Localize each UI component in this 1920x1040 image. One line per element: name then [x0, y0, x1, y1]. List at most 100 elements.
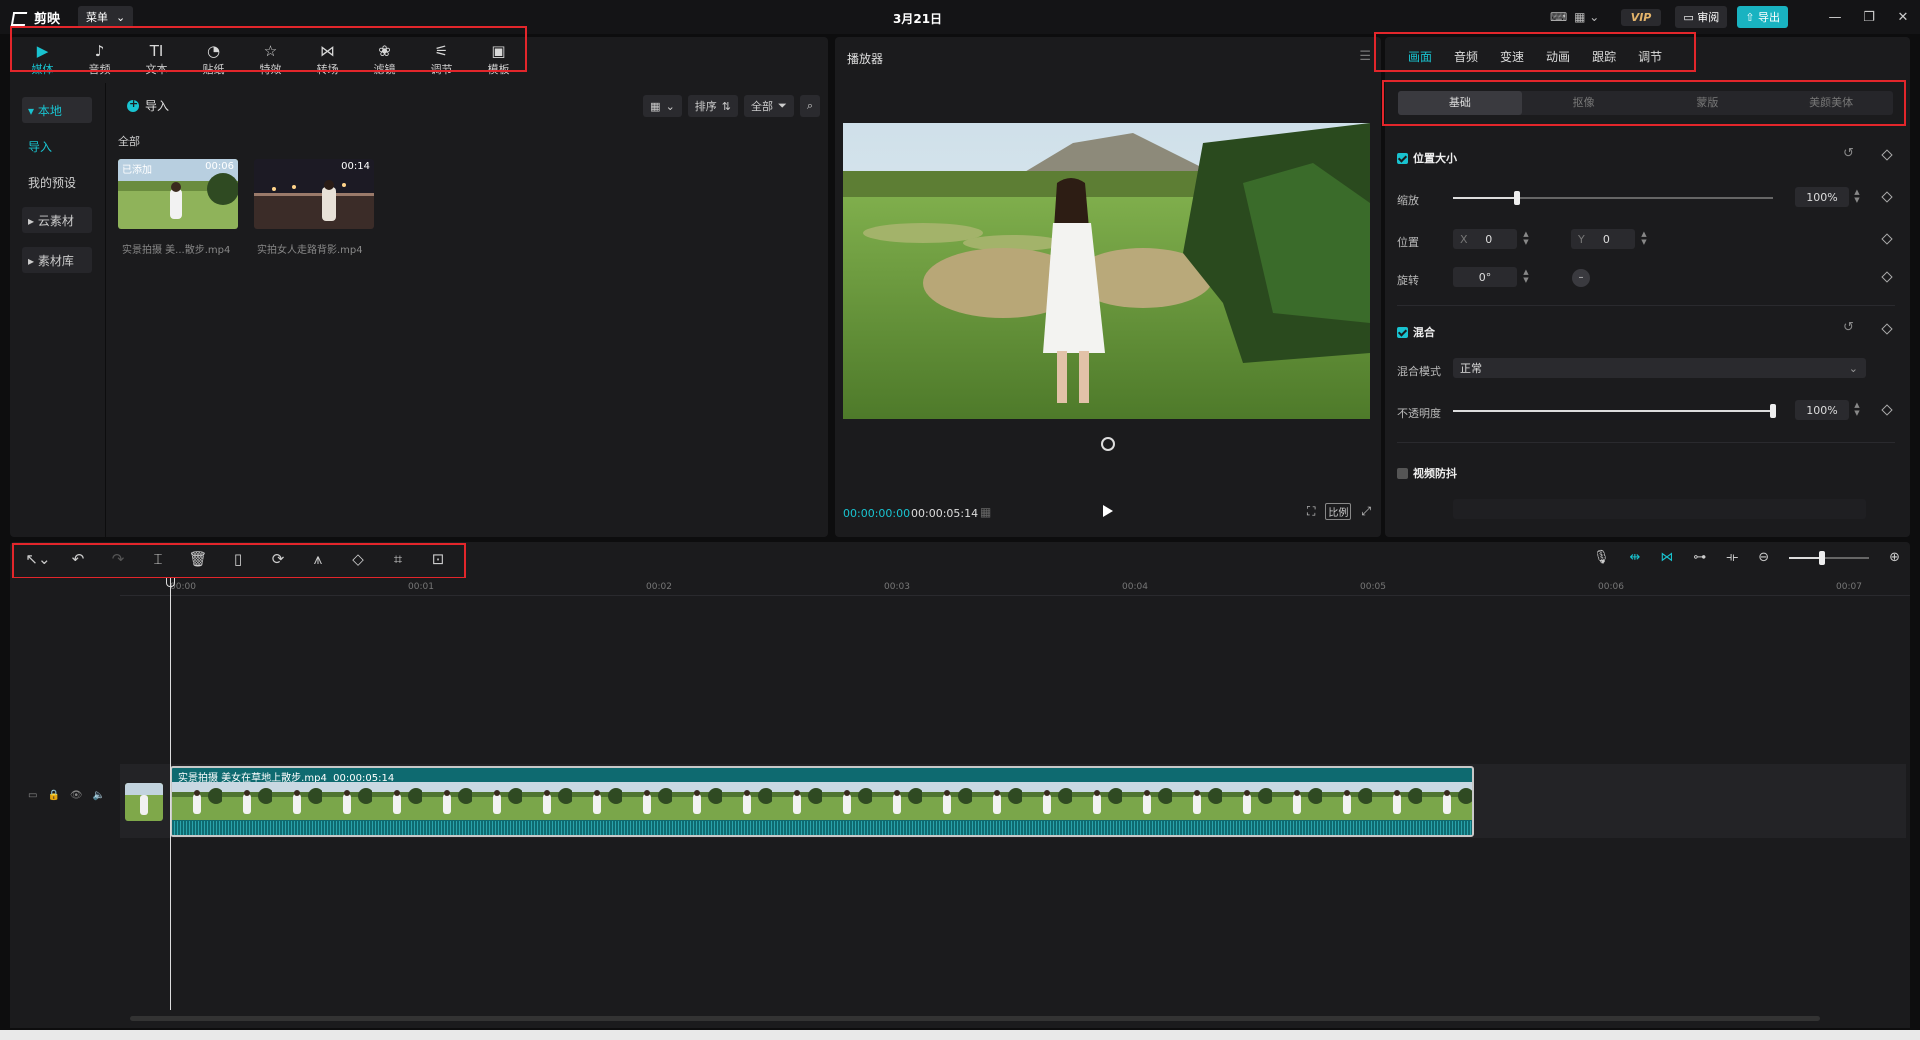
- horizontal-scrollbar[interactable]: [130, 1016, 1820, 1021]
- import-button[interactable]: 导入: [127, 97, 169, 114]
- reverse-icon[interactable]: ⟳: [258, 550, 298, 568]
- slider-handle[interactable]: [1819, 550, 1826, 565]
- mirror-icon[interactable]: ⩚: [298, 550, 338, 568]
- minimize-icon[interactable]: —: [1818, 10, 1852, 25]
- keyframe-icon[interactable]: [1881, 191, 1893, 203]
- checkbox-checked-icon[interactable]: [1397, 152, 1408, 164]
- reset-icon[interactable]: ↺: [1843, 146, 1854, 161]
- position-y-input[interactable]: Y 0: [1571, 229, 1635, 249]
- sort-button[interactable]: 排序 ⇅: [687, 95, 739, 117]
- stabilize-section[interactable]: 视频防抖: [1397, 465, 1457, 481]
- nav-my-presets[interactable]: 我的预设: [22, 169, 92, 195]
- timeline-zoom-slider[interactable]: [1789, 550, 1870, 565]
- tool-sticker[interactable]: ◔ 贴纸: [185, 43, 242, 77]
- stepper-icon[interactable]: ▲ ▼: [1852, 188, 1862, 204]
- stepper-icon[interactable]: ▲ ▼: [1521, 230, 1531, 246]
- filter-button[interactable]: 全部 ⏷: [744, 95, 794, 117]
- timecode-grid-icon[interactable]: ▦: [980, 505, 991, 519]
- checkbox-checked-icon[interactable]: [1397, 326, 1408, 338]
- keyframe-icon[interactable]: [1881, 149, 1893, 161]
- split-icon[interactable]: ⌶: [138, 550, 178, 568]
- keyframe-icon[interactable]: [1881, 323, 1893, 335]
- media-item[interactable]: 已添加 00:06: [118, 159, 238, 229]
- speaker-icon[interactable]: 🔈: [93, 790, 105, 801]
- position-size-section[interactable]: 位置大小: [1397, 150, 1457, 166]
- tool-audio[interactable]: ♪ 音频: [71, 43, 128, 77]
- tab-properties[interactable]: 画面: [1397, 48, 1443, 65]
- export-button[interactable]: ⇧ 导出: [1737, 6, 1788, 28]
- position-x-input[interactable]: X 0: [1453, 229, 1517, 249]
- keyframe-icon[interactable]: [1881, 404, 1893, 416]
- playhead[interactable]: [170, 578, 171, 1010]
- play-icon[interactable]: [1103, 505, 1113, 517]
- opacity-slider[interactable]: [1453, 404, 1776, 418]
- lock-icon[interactable]: 🔒: [47, 790, 59, 801]
- keyframe-icon[interactable]: [1881, 233, 1893, 245]
- preview-axis-icon[interactable]: ⟛: [1726, 550, 1738, 565]
- restore-icon[interactable]: ❐: [1852, 10, 1886, 25]
- rotate-input[interactable]: 0°: [1453, 267, 1517, 287]
- tool-adjust[interactable]: ⚟ 调节: [413, 43, 470, 77]
- smart-crop-icon[interactable]: ⊡: [418, 550, 458, 568]
- view-mode-button[interactable]: ▦ ⌄: [643, 95, 682, 117]
- slider-handle[interactable]: [1514, 191, 1520, 205]
- tab-properties[interactable]: 动画: [1535, 48, 1581, 65]
- link-icon[interactable]: ⊶: [1693, 550, 1706, 565]
- tab-properties[interactable]: 跟踪: [1581, 48, 1627, 65]
- screenshot-icon[interactable]: ⛶: [1307, 504, 1315, 519]
- rotate-handle-icon[interactable]: [1101, 437, 1115, 451]
- close-icon[interactable]: ✕: [1886, 10, 1920, 25]
- zoom-in-icon[interactable]: ⊕: [1889, 550, 1900, 565]
- redo-icon[interactable]: ↷: [98, 550, 138, 568]
- reset-icon[interactable]: ↺: [1843, 320, 1854, 335]
- ratio-button[interactable]: 比例: [1325, 503, 1352, 520]
- stepper-icon[interactable]: ▲ ▼: [1639, 230, 1649, 246]
- tool-transition[interactable]: ⋈ 转场: [299, 43, 356, 77]
- tab-properties[interactable]: 变速: [1489, 48, 1535, 65]
- eye-icon[interactable]: 👁: [70, 790, 83, 801]
- main-track-magnet-icon[interactable]: ⇹: [1630, 550, 1641, 565]
- slider-handle[interactable]: [1770, 404, 1776, 418]
- tool-filter[interactable]: ❀ 滤镜: [356, 43, 413, 77]
- menu-button[interactable]: 菜单 ⌄: [78, 6, 134, 28]
- layout-icon[interactable]: ▦ ⌄: [1573, 8, 1601, 26]
- crop-icon[interactable]: ⌗: [378, 550, 418, 568]
- subtab[interactable]: 蒙版: [1646, 91, 1770, 115]
- undo-icon[interactable]: ↶: [58, 550, 98, 568]
- checkbox-unchecked-icon[interactable]: [1397, 467, 1408, 479]
- time-ruler[interactable]: 00:00 00:01 00:02 00:03 00:04 00:05 00:06 00:07: [120, 578, 1910, 596]
- auto-snap-icon[interactable]: ⋈: [1660, 550, 1673, 565]
- keyframe-icon[interactable]: [1881, 271, 1893, 283]
- opacity-value-input[interactable]: 100%: [1795, 400, 1849, 420]
- tool-media[interactable]: ▶ 媒体: [14, 43, 71, 77]
- keyboard-icon[interactable]: ⌨: [1545, 8, 1573, 26]
- select-cursor-icon[interactable]: ↖⌄: [18, 550, 58, 568]
- rotate-icon[interactable]: ◇: [338, 550, 378, 568]
- search-button[interactable]: ⌕: [799, 95, 820, 117]
- tool-effects[interactable]: ☆ 特效: [242, 43, 299, 77]
- fullscreen-icon[interactable]: ⤢: [1361, 504, 1371, 519]
- stepper-icon[interactable]: ▲ ▼: [1521, 268, 1531, 284]
- hamburger-icon[interactable]: ☰: [1359, 49, 1371, 64]
- nav-import[interactable]: 导入: [22, 133, 92, 159]
- video-clip[interactable]: 实景拍摄 美女在草地上散步.mp4 00:00:05:14: [170, 766, 1474, 837]
- nav-cloud[interactable]: ▸ 云素材: [22, 207, 92, 233]
- video-preview[interactable]: [843, 123, 1370, 419]
- cover-icon[interactable]: ▭: [28, 790, 37, 801]
- nav-library[interactable]: ▸ 素材库: [22, 247, 92, 273]
- tab-properties[interactable]: 音频: [1443, 48, 1489, 65]
- tab-properties[interactable]: 调节: [1627, 48, 1673, 65]
- review-button[interactable]: ▭ 审阅: [1675, 6, 1728, 28]
- blend-section[interactable]: 混合: [1397, 324, 1435, 340]
- playhead-handle[interactable]: [166, 578, 175, 587]
- track-cover-thumbnail[interactable]: [125, 783, 163, 821]
- stepper-icon[interactable]: ▲ ▼: [1852, 401, 1862, 417]
- scale-slider[interactable]: [1453, 191, 1773, 205]
- subtab[interactable]: 基础: [1398, 91, 1522, 115]
- vip-badge[interactable]: VIP: [1620, 8, 1662, 26]
- zoom-out-icon[interactable]: ⊖: [1758, 550, 1769, 565]
- rotate-dial-icon[interactable]: –: [1572, 269, 1590, 287]
- blend-mode-select[interactable]: 正常 ⌄: [1453, 358, 1866, 378]
- tool-template[interactable]: ▣ 模板: [470, 43, 527, 77]
- delete-icon[interactable]: 🗑: [178, 550, 218, 568]
